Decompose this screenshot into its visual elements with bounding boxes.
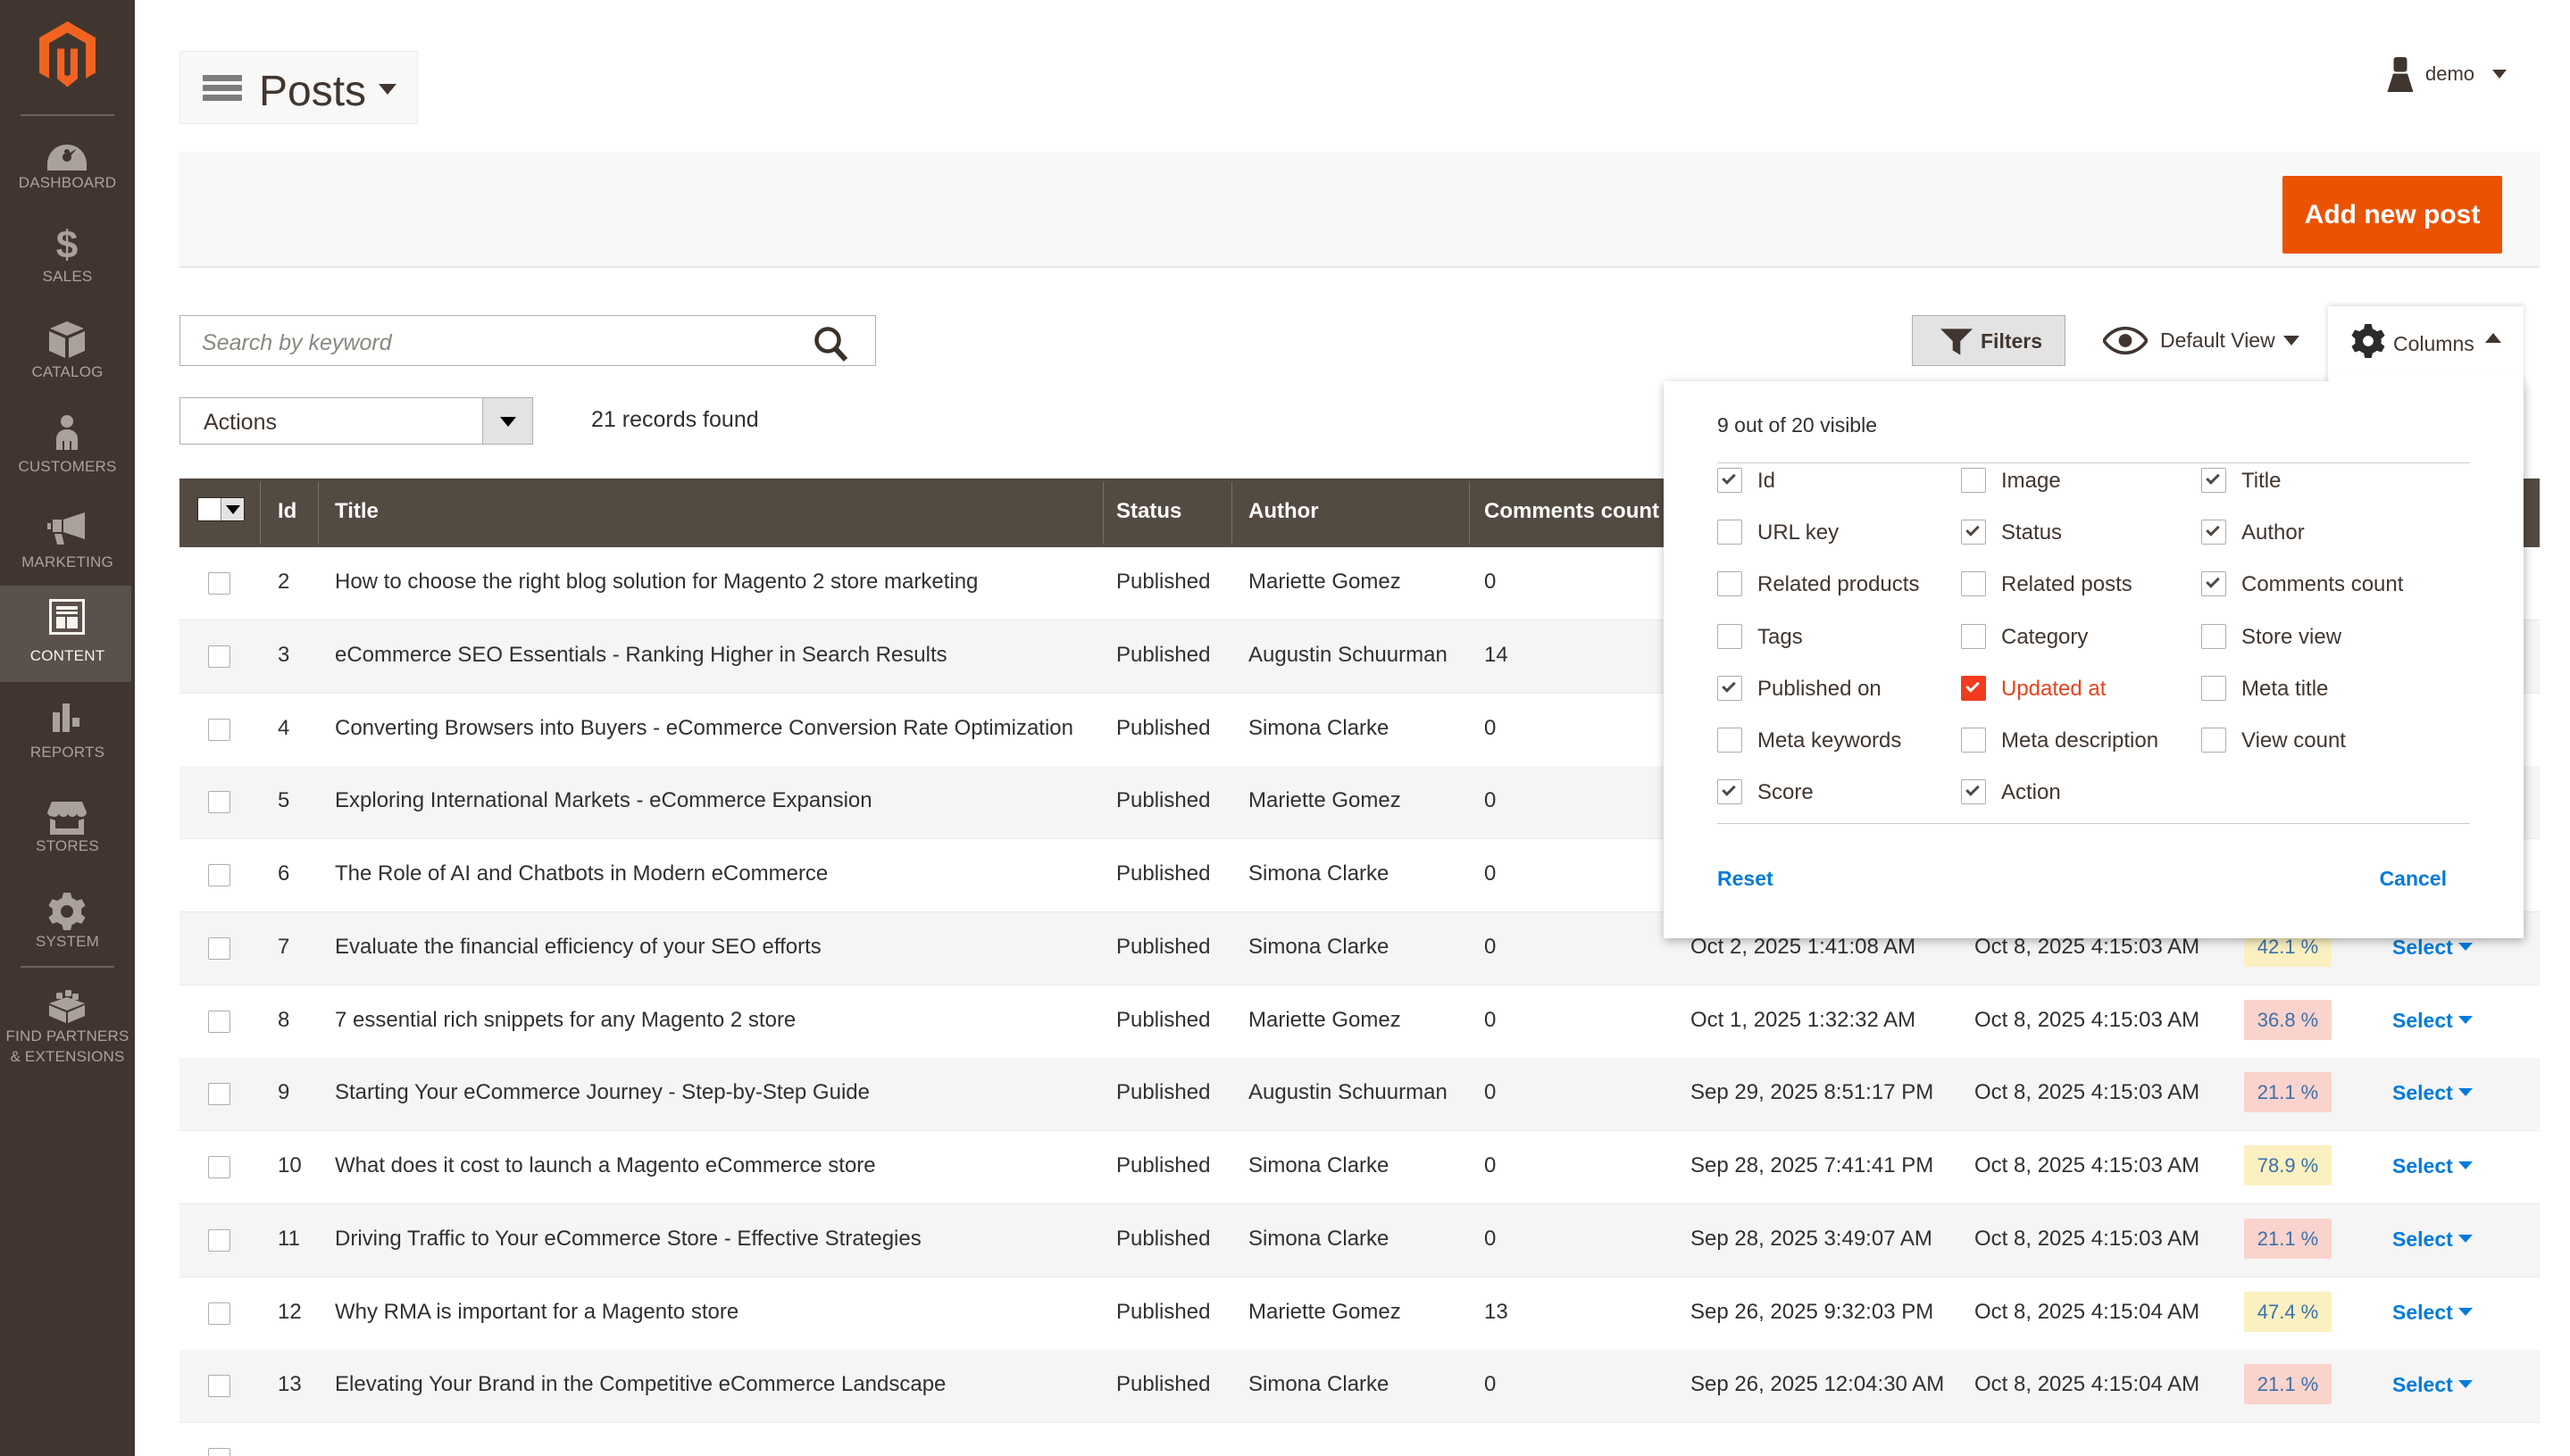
svg-text:$: $ (56, 226, 78, 265)
